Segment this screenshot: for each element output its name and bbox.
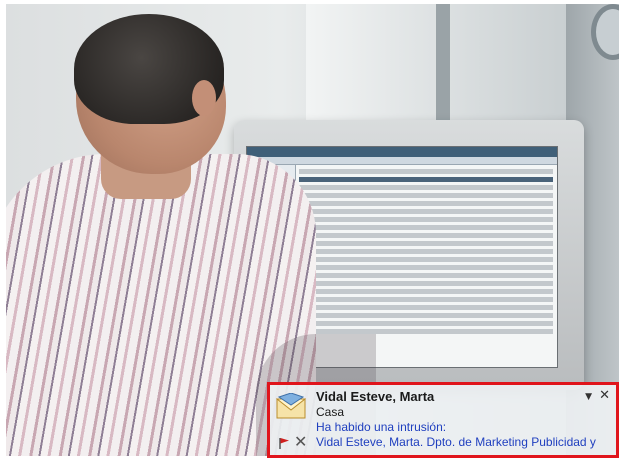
screen-title-bar bbox=[247, 147, 557, 157]
list-row bbox=[299, 169, 553, 174]
close-icon[interactable]: ✕ bbox=[599, 388, 610, 403]
new-mail-notification[interactable]: Vidal Esteve, Marta Casa Ha habido una i… bbox=[267, 382, 619, 458]
person-ear bbox=[192, 80, 216, 116]
list-row bbox=[299, 289, 553, 294]
flag-icon[interactable] bbox=[278, 437, 290, 449]
envelope-icon bbox=[276, 393, 306, 419]
list-row bbox=[299, 225, 553, 230]
notification-preview-line-2[interactable]: Vidal Esteve, Marta. Dpto. de Marketing … bbox=[316, 435, 596, 449]
list-row bbox=[299, 321, 553, 326]
list-row bbox=[299, 249, 553, 254]
list-row bbox=[299, 281, 553, 286]
list-row bbox=[299, 233, 553, 238]
list-row bbox=[299, 305, 553, 310]
list-row bbox=[299, 177, 553, 182]
list-row bbox=[299, 217, 553, 222]
notification-subject: Casa bbox=[316, 405, 345, 419]
list-row bbox=[299, 313, 553, 318]
screen-toolbar bbox=[247, 157, 557, 165]
notification-sender: Vidal Esteve, Marta bbox=[316, 389, 435, 404]
list-row bbox=[299, 193, 553, 198]
notification-body[interactable]: Vidal Esteve, Marta Casa Ha habido una i… bbox=[270, 385, 616, 455]
list-row bbox=[299, 257, 553, 262]
dropdown-icon[interactable]: ▼ bbox=[585, 392, 592, 402]
list-row bbox=[299, 273, 553, 278]
list-row bbox=[299, 241, 553, 246]
list-row bbox=[299, 209, 553, 214]
delete-icon[interactable]: ✕ bbox=[294, 432, 307, 451]
list-row bbox=[299, 185, 553, 190]
list-row bbox=[299, 297, 553, 302]
notification-preview-line-1[interactable]: Ha habido una intrusión: bbox=[316, 420, 446, 434]
list-row bbox=[299, 201, 553, 206]
list-row bbox=[299, 265, 553, 270]
